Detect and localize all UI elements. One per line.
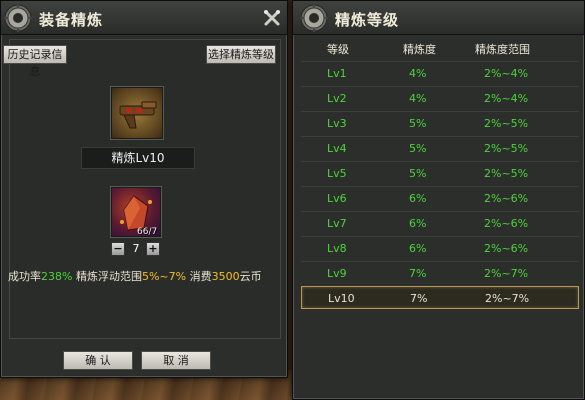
increase-button[interactable]: + [146,242,160,256]
table-row[interactable]: Lv3 5% 2%~5% [301,111,579,134]
history-button[interactable]: 历史记录信息 [3,45,67,78]
right-titlebar: 精炼等级 [293,1,584,35]
level-cell: Lv6 [327,192,347,205]
degree-cell: 5% [409,117,427,130]
table-row[interactable]: Lv6 6% 2%~6% [301,186,579,209]
table-row[interactable]: Lv2 4% 2%~4% [301,86,579,109]
degree-cell: 6% [409,217,427,230]
range-cell: 2%~7% [484,267,529,280]
range-cell: 2%~5% [484,167,529,180]
level-cell: Lv9 [327,267,347,280]
degree-cell: 7% [410,292,428,305]
degree-cell: 5% [409,167,427,180]
gear-icon [300,4,328,32]
float-range-label: 精炼浮动范围 [75,270,142,283]
cost-label: 消费 [189,270,212,283]
range-cell: 2%~7% [485,292,530,305]
panel-title: 精炼等级 [335,11,400,29]
cancel-button[interactable]: 取 消 [141,351,211,370]
refine-level-panel: 精炼等级 等级 精炼度 精炼度范围 Lv1 4% 2%~4% Lv2 4% 2%~4% Lv… [292,0,585,400]
refine-stats: 成功率238% 精炼浮动范围5%~7% 消费3500云币 [8,268,262,284]
range-cell: 2%~4% [484,92,529,105]
degree-cell: 4% [409,92,427,105]
cost-value: 3500 [211,270,240,283]
table-row[interactable]: Lv10 7% 2%~7% [301,286,579,309]
currency-label: 云币 [239,270,262,283]
item-name: 精炼Lv10 [81,147,195,169]
header-range: 精炼度范围 [475,43,530,56]
quantity-value: 7 [132,242,140,255]
table-row[interactable]: Lv5 5% 2%~5% [301,161,579,184]
equipment-slot[interactable] [111,87,163,139]
range-cell: 2%~6% [484,242,529,255]
gun-icon [119,101,157,129]
success-rate-value: 238% [41,270,73,283]
select-level-button[interactable]: 选择精炼等级 [206,45,276,64]
close-icon[interactable] [263,9,281,27]
level-cell: Lv7 [327,217,347,230]
degree-cell: 5% [409,142,427,155]
material-count: 66/7 [137,227,158,237]
level-cell: Lv4 [327,142,347,155]
degree-cell: 4% [409,67,427,80]
degree-cell: 6% [409,192,427,205]
header-degree: 精炼度 [403,43,436,56]
level-table-header: 等级 精炼度 精炼度范围 [293,41,585,59]
gear-icon [4,4,32,32]
level-cell: Lv10 [328,292,355,305]
float-range-value: 5%~7% [141,270,187,283]
degree-cell: 6% [409,242,427,255]
level-cell: Lv3 [327,117,347,130]
table-row[interactable]: Lv8 6% 2%~6% [301,236,579,259]
table-row[interactable]: Lv1 4% 2%~4% [301,61,579,84]
header-level: 等级 [327,43,349,56]
level-cell: Lv1 [327,67,347,80]
level-cell: Lv8 [327,242,347,255]
level-cell: Lv5 [327,167,347,180]
left-titlebar: 装备精炼 [1,1,287,35]
range-cell: 2%~6% [484,217,529,230]
range-cell: 2%~4% [484,67,529,80]
panel-title: 装备精炼 [39,11,104,29]
refine-equipment-panel: 装备精炼 历史记录信息 选择精炼等级 精炼Lv10 66/7 − 7 + 成功率… [0,0,288,378]
range-cell: 2%~6% [484,192,529,205]
level-cell: Lv2 [327,92,347,105]
range-cell: 2%~5% [484,142,529,155]
success-rate-label: 成功率 [8,270,41,283]
decrease-button[interactable]: − [111,242,125,256]
range-cell: 2%~5% [484,117,529,130]
degree-cell: 7% [409,267,427,280]
table-row[interactable]: Lv9 7% 2%~7% [301,261,579,284]
confirm-button[interactable]: 确 认 [63,351,133,370]
table-row[interactable]: Lv4 5% 2%~5% [301,136,579,159]
table-row[interactable]: Lv7 6% 2%~6% [301,211,579,234]
